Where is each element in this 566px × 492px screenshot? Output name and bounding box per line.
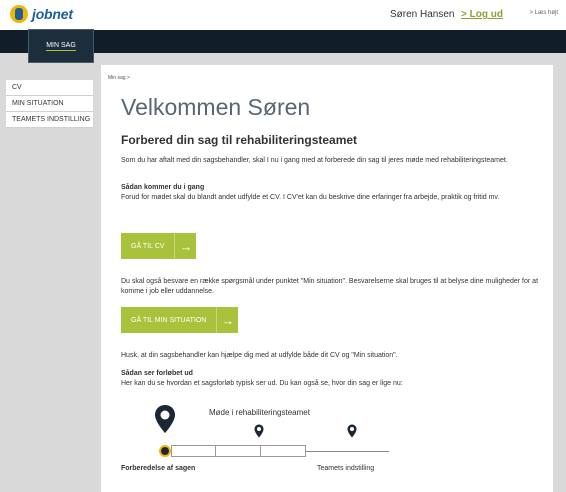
go-to-situation-button[interactable]: GÅ TIL MIN SITUATION → [121, 307, 239, 333]
current-step-marker [159, 445, 171, 457]
tab-min-sag-label: MIN SAG [46, 41, 76, 51]
timeline-step [216, 445, 261, 457]
page-subtitle: Forbered din sag til rehabiliteringsteam… [121, 133, 358, 147]
team-label: Teamets indstilling [317, 465, 375, 472]
prep-label: Forberedelse af sagen [121, 465, 196, 472]
help-text: Husk, at din sagsbehandler kan hjælpe di… [121, 352, 398, 359]
main-content: Min sag > Velkommen Søren Forbered din s… [101, 65, 553, 492]
process-text: Her kan du se hvordan et sagsforløb typi… [121, 380, 403, 387]
go-to-cv-button[interactable]: GÅ TIL CV → [121, 233, 197, 259]
current-location-pin-icon [155, 405, 175, 433]
read-aloud-link[interactable]: > Læs højt [529, 10, 558, 16]
arrow-right-icon: → [174, 233, 196, 259]
top-bar: jobnet Søren Hansen > Log ud > Læs højt [0, 0, 566, 30]
user-name: Søren Hansen [390, 9, 455, 20]
jobnet-logo-icon [10, 5, 28, 23]
main-nav: MIN SAG [0, 29, 566, 63]
meeting-pin-icon [254, 424, 264, 438]
situation-text: Du skal også besvare en række spørgsmål … [121, 278, 539, 295]
meeting-label: Møde i rehabiliteringsteamet [209, 408, 310, 417]
sidebar: CV MIN SITUATION TEAMETS INDSTILLING [6, 80, 93, 128]
logout-link[interactable]: > Log ud [461, 9, 503, 20]
process-heading: Sådan ser forløbet ud [121, 370, 193, 377]
team-pin-icon [347, 424, 357, 438]
go-to-cv-label: GÅ TIL CV [131, 242, 165, 250]
jobnet-logo[interactable]: jobnet [10, 3, 73, 25]
tab-min-sag[interactable]: MIN SAG [28, 29, 94, 63]
page-title: Velkommen Søren [121, 94, 311, 120]
how-heading: Sådan kommer du i gang [121, 184, 205, 191]
sidebar-item-cv[interactable]: CV [6, 80, 93, 96]
timeline-step [171, 445, 216, 457]
go-to-situation-label: GÅ TIL MIN SITUATION [131, 316, 207, 324]
sidebar-item-teamets-indstilling[interactable]: TEAMETS INDSTILLING [6, 112, 93, 128]
process-timeline: Møde i rehabiliteringsteamet Forberedels… [121, 400, 395, 478]
logo-text: jobnet [32, 6, 73, 22]
intro-text: Som du har aftalt med din sagsbehandler,… [121, 157, 508, 164]
how-text: Forud for mødet skal du blandt andet udf… [121, 194, 500, 201]
arrow-right-icon: → [216, 307, 238, 333]
timeline-step [261, 445, 306, 457]
sidebar-item-min-situation[interactable]: MIN SITUATION [6, 96, 93, 112]
breadcrumb[interactable]: Min sag > [108, 75, 130, 81]
